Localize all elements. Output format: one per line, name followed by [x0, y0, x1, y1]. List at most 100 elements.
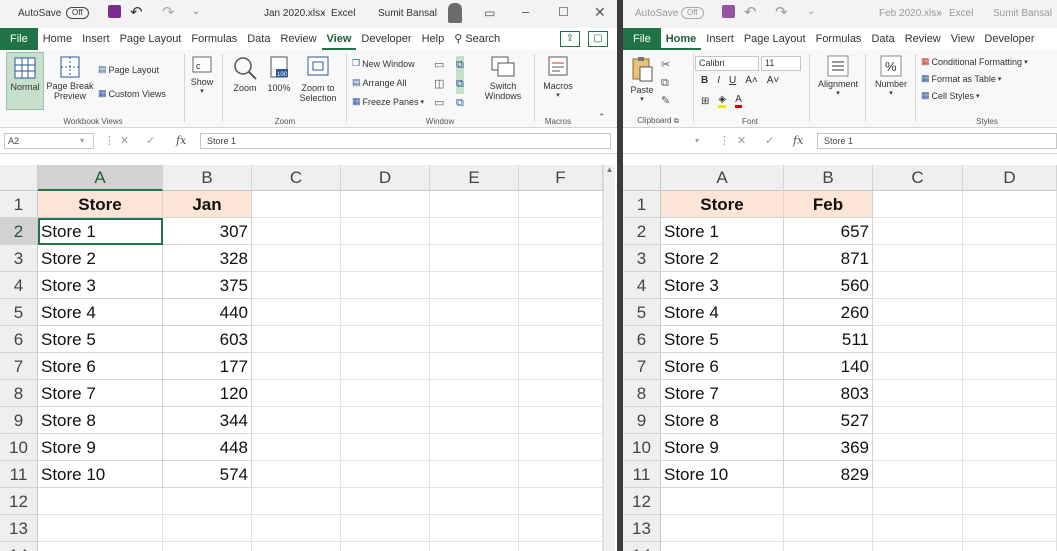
sales-value-cell[interactable]: 603 [163, 326, 252, 353]
undo-icon-feb[interactable]: ↶ [744, 3, 757, 21]
sales-value-cell[interactable]: 369 [784, 434, 873, 461]
minimize-button[interactable]: – [522, 4, 529, 19]
column-header-c[interactable]: C [873, 165, 963, 191]
insert-function-icon-feb[interactable]: fx [793, 134, 803, 147]
row-header-3[interactable]: 3 [0, 245, 38, 272]
ribbon-display-icon[interactable]: ▭ [484, 6, 495, 20]
tab-insert-feb[interactable]: Insert [701, 28, 739, 50]
undo-icon[interactable]: ↶ [130, 3, 143, 21]
tab-page-layout-feb[interactable]: Page Layout [739, 28, 811, 50]
paste-button[interactable]: Paste ▾ [627, 55, 657, 105]
file-tab-feb[interactable]: File [623, 28, 661, 50]
redo-icon[interactable]: ↷ [162, 3, 175, 21]
view-side-by-side-icon[interactable]: ⧉ [456, 56, 464, 75]
alignment-button[interactable]: Alignment ▾ [813, 55, 863, 99]
row-header-6[interactable]: 6 [0, 326, 38, 353]
sales-value-cell[interactable]: 657 [784, 218, 873, 245]
tab-review[interactable]: Review [275, 28, 321, 50]
save-icon[interactable] [108, 5, 121, 18]
store-name-cell[interactable]: Store 2 [38, 245, 163, 272]
hide-icon[interactable]: ◫ [434, 75, 444, 94]
redo-icon-feb[interactable]: ↷ [775, 3, 788, 21]
sales-value-cell[interactable]: 803 [784, 380, 873, 407]
row-header-12[interactable]: 12 [0, 488, 38, 515]
store-name-cell[interactable]: Store 9 [38, 434, 163, 461]
sales-value-cell[interactable]: 140 [784, 353, 873, 380]
reset-position-icon[interactable]: ⧉ [456, 94, 464, 113]
sales-value-cell[interactable]: 560 [784, 272, 873, 299]
zoom-to-selection-button[interactable]: Zoom to Selection [296, 55, 340, 103]
column-header-d[interactable]: D [963, 165, 1057, 191]
zoom-100-button[interactable]: 100 100% [264, 55, 294, 93]
row-header-9[interactable]: 9 [623, 407, 661, 434]
tab-data-feb[interactable]: Data [866, 28, 899, 50]
quick-access-menu-icon-feb[interactable]: ⌄ [807, 6, 815, 17]
sales-value-cell[interactable]: 440 [163, 299, 252, 326]
number-button[interactable]: % Number ▾ [869, 55, 913, 99]
arrange-all-button[interactable]: ▤ Arrange All [352, 77, 407, 88]
row-header-14[interactable]: 14 [623, 542, 661, 551]
quick-access-menu-icon[interactable]: ⌄ [192, 6, 200, 17]
store-name-cell[interactable]: Store 10 [38, 461, 163, 488]
tab-developer[interactable]: Developer [356, 28, 416, 50]
decrease-font-icon[interactable]: A˅ [767, 75, 780, 86]
store-name-cell[interactable]: Store 4 [661, 299, 784, 326]
underline-icon[interactable]: U [729, 75, 736, 86]
row-header-2[interactable]: 2 [0, 218, 38, 245]
file-tab[interactable]: File [0, 28, 38, 50]
row-header-12[interactable]: 12 [623, 488, 661, 515]
store-name-cell[interactable]: Store 3 [38, 272, 163, 299]
normal-view-button[interactable]: Normal [6, 52, 44, 110]
fill-color-icon[interactable]: ◈ [718, 94, 727, 108]
worksheet-grid-feb[interactable]: ABCD1234567891011121314StoreFebStore 165… [623, 165, 1057, 551]
row-header-7[interactable]: 7 [0, 353, 38, 380]
autosave-toggle-feb[interactable]: Off [681, 7, 704, 19]
font-size-select[interactable]: 11 [761, 56, 801, 71]
maximize-button[interactable]: ☐ [558, 5, 569, 19]
tab-data[interactable]: Data [242, 28, 275, 50]
select-all-corner[interactable] [0, 165, 38, 191]
sales-value-cell[interactable]: 307 [163, 218, 252, 245]
store-name-cell[interactable]: Store 6 [661, 353, 784, 380]
store-name-cell[interactable]: Store 7 [661, 380, 784, 407]
show-button[interactable]: c Show ▾ [188, 55, 216, 97]
unhide-icon[interactable]: ▭ [434, 94, 444, 113]
vertical-scrollbar[interactable]: ▲ [603, 165, 615, 551]
macros-button[interactable]: Macros ▾ [538, 55, 578, 101]
row-header-5[interactable]: 5 [0, 299, 38, 326]
column-header-e[interactable]: E [430, 165, 519, 191]
increase-font-icon[interactable]: A˄ [745, 75, 758, 86]
row-header-3[interactable]: 3 [623, 245, 661, 272]
tab-page-layout[interactable]: Page Layout [115, 28, 187, 50]
sales-value-cell[interactable]: 260 [784, 299, 873, 326]
page-layout-view-button[interactable]: ▤ Page Layout [98, 64, 159, 75]
format-painter-icon[interactable]: ✎ [661, 92, 670, 110]
store-name-cell[interactable]: Store 9 [661, 434, 784, 461]
copy-icon[interactable]: ⧉ [661, 74, 670, 92]
search-box[interactable]: ⚲ Search [449, 28, 505, 50]
sales-value-cell[interactable]: 871 [784, 245, 873, 272]
store-name-cell[interactable]: Store 5 [38, 326, 163, 353]
row-header-13[interactable]: 13 [623, 515, 661, 542]
save-icon-feb[interactable] [722, 5, 735, 18]
store-name-cell[interactable]: Store 2 [661, 245, 784, 272]
column-header-b[interactable]: B [163, 165, 252, 191]
row-header-8[interactable]: 8 [623, 380, 661, 407]
borders-icon[interactable]: ⊞ [701, 96, 709, 107]
page-break-preview-button[interactable]: Page Break Preview [46, 55, 94, 101]
collapse-ribbon-icon[interactable]: ⌃ [598, 112, 606, 123]
row-header-1[interactable]: 1 [623, 191, 661, 218]
row-header-14[interactable]: 14 [0, 542, 38, 551]
sales-value-cell[interactable]: 344 [163, 407, 252, 434]
font-color-icon[interactable]: A [735, 94, 742, 108]
store-name-cell[interactable]: Store 3 [661, 272, 784, 299]
new-window-button[interactable]: ❐ New Window [352, 58, 415, 69]
table-header-cell[interactable]: Jan [163, 191, 252, 218]
sync-scroll-icon[interactable]: ⧉ [456, 75, 464, 94]
sales-value-cell[interactable]: 375 [163, 272, 252, 299]
store-name-cell[interactable]: Store 8 [661, 407, 784, 434]
sales-value-cell[interactable]: 448 [163, 434, 252, 461]
formula-input[interactable]: Store 1 [200, 133, 611, 149]
row-header-1[interactable]: 1 [0, 191, 38, 218]
tab-formulas-feb[interactable]: Formulas [811, 28, 867, 50]
